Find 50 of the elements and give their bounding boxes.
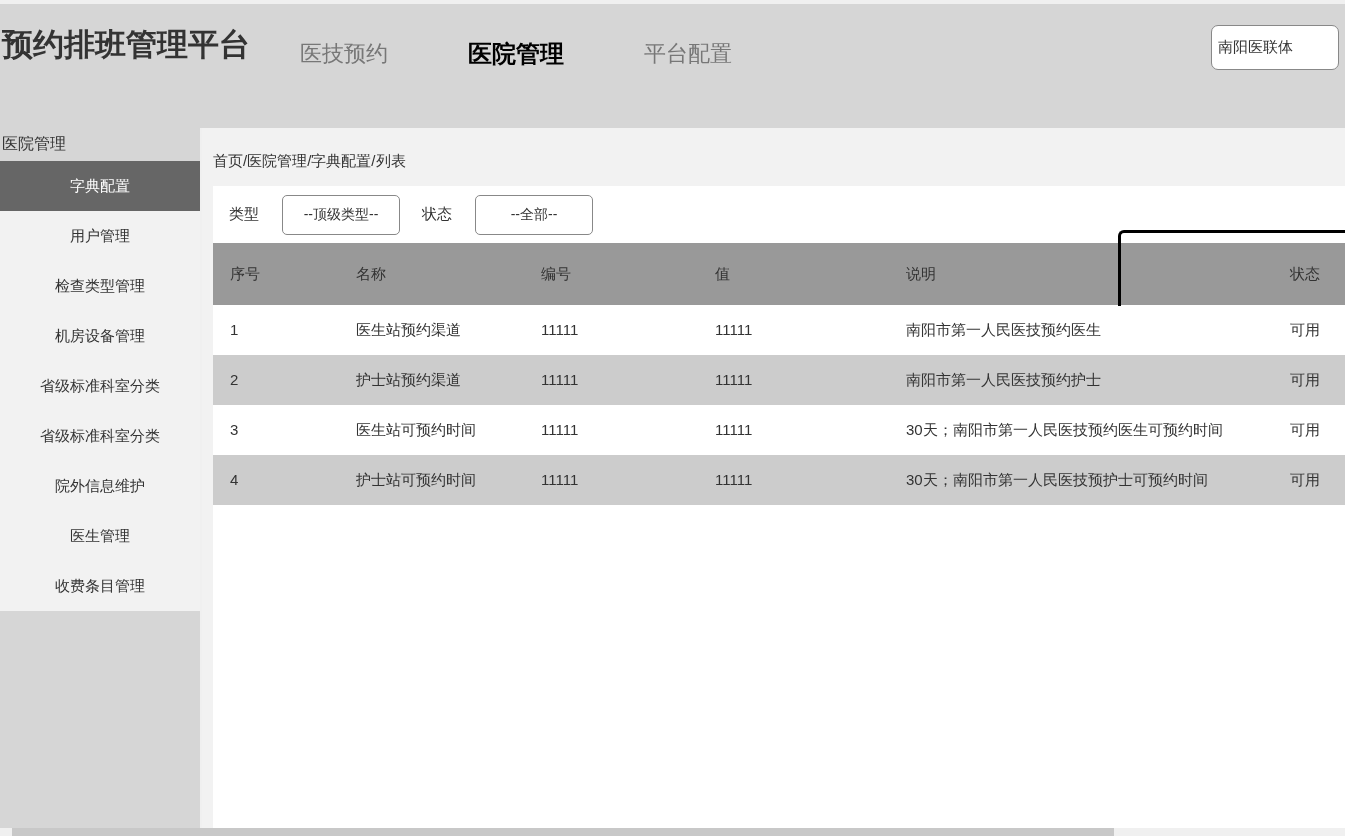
breadcrumb: 首页/医院管理/字典配置/列表 [213, 151, 407, 171]
table-cell: 30天；南阳市第一人民医技预约医生可预约时间 [906, 420, 1223, 438]
organization-select[interactable]: 南阳医联体 [1211, 25, 1339, 70]
table-cell: 4 [230, 470, 239, 488]
table-cell: 1 [230, 320, 239, 338]
table-cell: 3 [230, 420, 239, 438]
nav-tab[interactable]: 医院管理 [468, 36, 564, 72]
table-cell: 可用 [1290, 420, 1320, 438]
sidebar-item[interactable]: 院外信息维护 [0, 461, 200, 511]
app-title: 预约排班管理平台 [2, 26, 251, 64]
sidebar-item[interactable]: 收费条目管理 [0, 561, 200, 611]
sidebar-item[interactable]: 医生管理 [0, 511, 200, 561]
sidebar-item[interactable]: 字典配置 [0, 161, 200, 211]
filter-label: 类型 [229, 204, 259, 225]
column-header: 名称 [356, 264, 386, 282]
sidebar-item[interactable]: 检查类型管理 [0, 261, 200, 311]
table-cell: 2 [230, 370, 239, 388]
sidebar-title: 医院管理 [2, 134, 67, 154]
table-cell: 南阳市第一人民医技预约护士 [906, 370, 1101, 388]
sidebar-item[interactable]: 省级标准科室分类 [0, 411, 200, 461]
column-header: 编号 [541, 264, 571, 282]
sidebar-item[interactable]: 机房设备管理 [0, 311, 200, 361]
table-cell: 可用 [1290, 320, 1320, 338]
filter-label: 状态 [422, 204, 452, 225]
table-row[interactable]: 2 护士站预约渠道 11111 11111 南阳市第一人民医技预约护士 可用 [213, 355, 1345, 405]
table-cell: 南阳市第一人民医技预约医生 [906, 320, 1101, 338]
table-cell: 可用 [1290, 370, 1320, 388]
table-cell: 护士站可预约时间 [356, 470, 476, 488]
table-cell: 11111 [541, 320, 579, 338]
sidebar-item[interactable]: 省级标准科室分类 [0, 361, 200, 411]
column-header: 状态 [1290, 264, 1320, 282]
table-row[interactable]: 4 护士站可预约时间 11111 11111 30天；南阳市第一人民医技预护士可预约时间 可用 [213, 455, 1345, 505]
column-header: 序号 [230, 264, 260, 282]
table-cell: 医生站可预约时间 [356, 420, 476, 438]
table-cell: 11111 [541, 470, 579, 488]
table-cell: 11111 [715, 470, 753, 488]
filter-select[interactable]: --顶级类型-- [282, 194, 400, 235]
table-cell: 11111 [715, 420, 753, 438]
table-cell: 30天；南阳市第一人民医技预护士可预约时间 [906, 470, 1208, 488]
column-header: 说明 [906, 264, 936, 282]
column-header: 值 [715, 264, 730, 282]
filter-select[interactable]: --全部-- [475, 194, 593, 235]
table-cell: 11111 [541, 420, 579, 438]
table-cell: 医生站预约渠道 [356, 320, 461, 338]
table-cell: 11111 [715, 320, 753, 338]
table-cell: 护士站预约渠道 [356, 370, 461, 388]
sidebar-item[interactable]: 用户管理 [0, 211, 200, 261]
table-cell: 11111 [541, 370, 579, 388]
table-cell: 11111 [715, 370, 753, 388]
table-cell: 可用 [1290, 470, 1320, 488]
